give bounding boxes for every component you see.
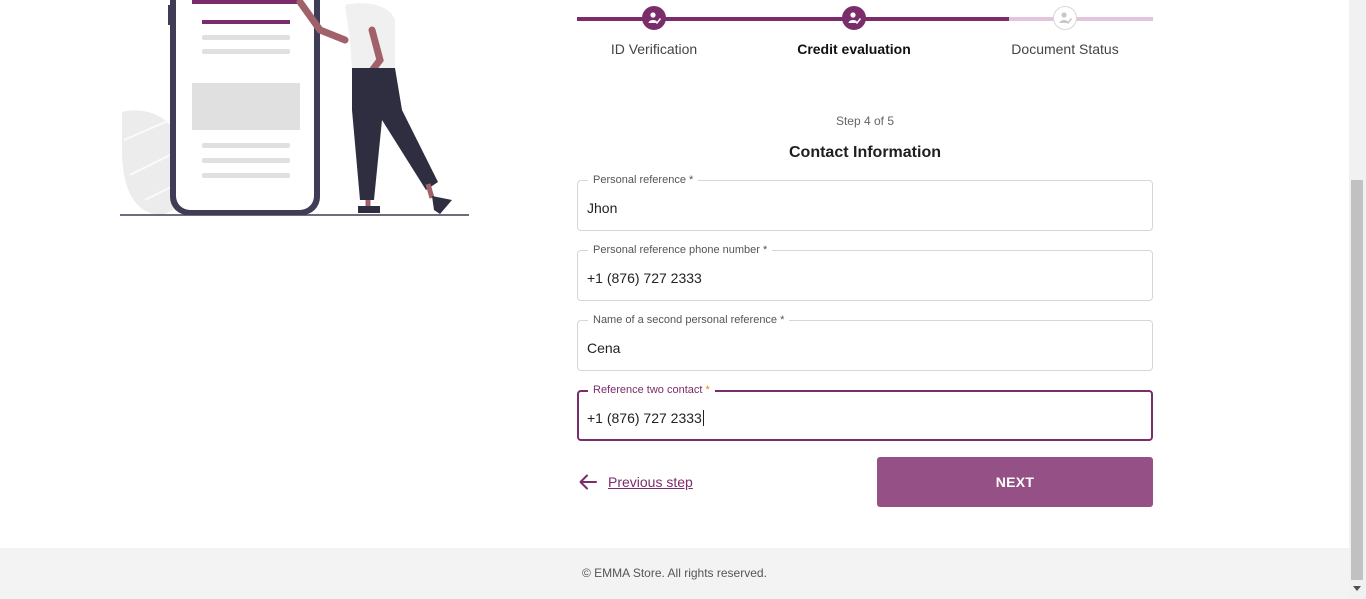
copyright-text: © EMMA Store. All rights reserved. bbox=[582, 566, 767, 580]
reference-two-contact-label: Reference two contact * bbox=[588, 383, 715, 397]
person-shoe-right bbox=[432, 196, 452, 214]
personal-reference-phone-input[interactable]: +1 (876) 727 2333 bbox=[587, 270, 702, 286]
arrow-left-icon bbox=[579, 474, 597, 490]
next-button[interactable]: NEXT bbox=[877, 457, 1153, 507]
step-1-badge-icon bbox=[642, 6, 666, 30]
stepper-track-pending bbox=[1009, 17, 1153, 21]
person-legs bbox=[352, 68, 438, 200]
scrollbar-thumb[interactable] bbox=[1351, 180, 1363, 580]
personal-reference-input[interactable]: Jhon bbox=[587, 200, 617, 216]
form-title: Contact Information bbox=[789, 144, 941, 161]
scroll-down-arrow-icon[interactable] bbox=[1353, 586, 1361, 591]
second-reference-name-input[interactable]: Cena bbox=[587, 340, 620, 356]
step-2-badge-icon bbox=[842, 6, 866, 30]
person-shoe-left bbox=[358, 206, 380, 213]
page-footer: © EMMA Store. All rights reserved. bbox=[0, 548, 1349, 599]
personal-reference-field[interactable]: Personal reference * Jhon bbox=[577, 173, 1153, 231]
second-reference-name-field[interactable]: Name of a second personal reference * Ce… bbox=[577, 313, 1153, 371]
second-reference-name-label: Name of a second personal reference * bbox=[588, 313, 790, 327]
previous-step-link[interactable]: Previous step bbox=[577, 468, 693, 496]
personal-reference-phone-label: Personal reference phone number * bbox=[588, 243, 773, 257]
reference-two-contact-field[interactable]: Reference two contact * +1 (876) 727 233… bbox=[577, 383, 1153, 441]
progress-stepper: ID Verification Credit evaluation Docume… bbox=[577, 0, 1153, 70]
reference-two-contact-input[interactable]: +1 (876) 727 2333 bbox=[587, 410, 704, 426]
step-label-id-verification: ID Verification bbox=[610, 41, 698, 57]
phone-illustration bbox=[120, 0, 469, 216]
text-caret bbox=[702, 410, 704, 426]
previous-step-label[interactable]: Previous step bbox=[608, 474, 693, 490]
personal-reference-label: Personal reference * bbox=[588, 173, 699, 187]
person-shirt bbox=[345, 3, 395, 70]
step-label-document-status: Document Status bbox=[1011, 41, 1119, 57]
step-3-badge-icon bbox=[1053, 6, 1077, 30]
vertical-scrollbar[interactable] bbox=[1349, 0, 1366, 599]
personal-reference-phone-field[interactable]: Personal reference phone number * +1 (87… bbox=[577, 243, 1153, 301]
step-label-credit-evaluation: Credit evaluation bbox=[797, 41, 911, 57]
step-counter: Step 4 of 5 bbox=[835, 114, 895, 128]
